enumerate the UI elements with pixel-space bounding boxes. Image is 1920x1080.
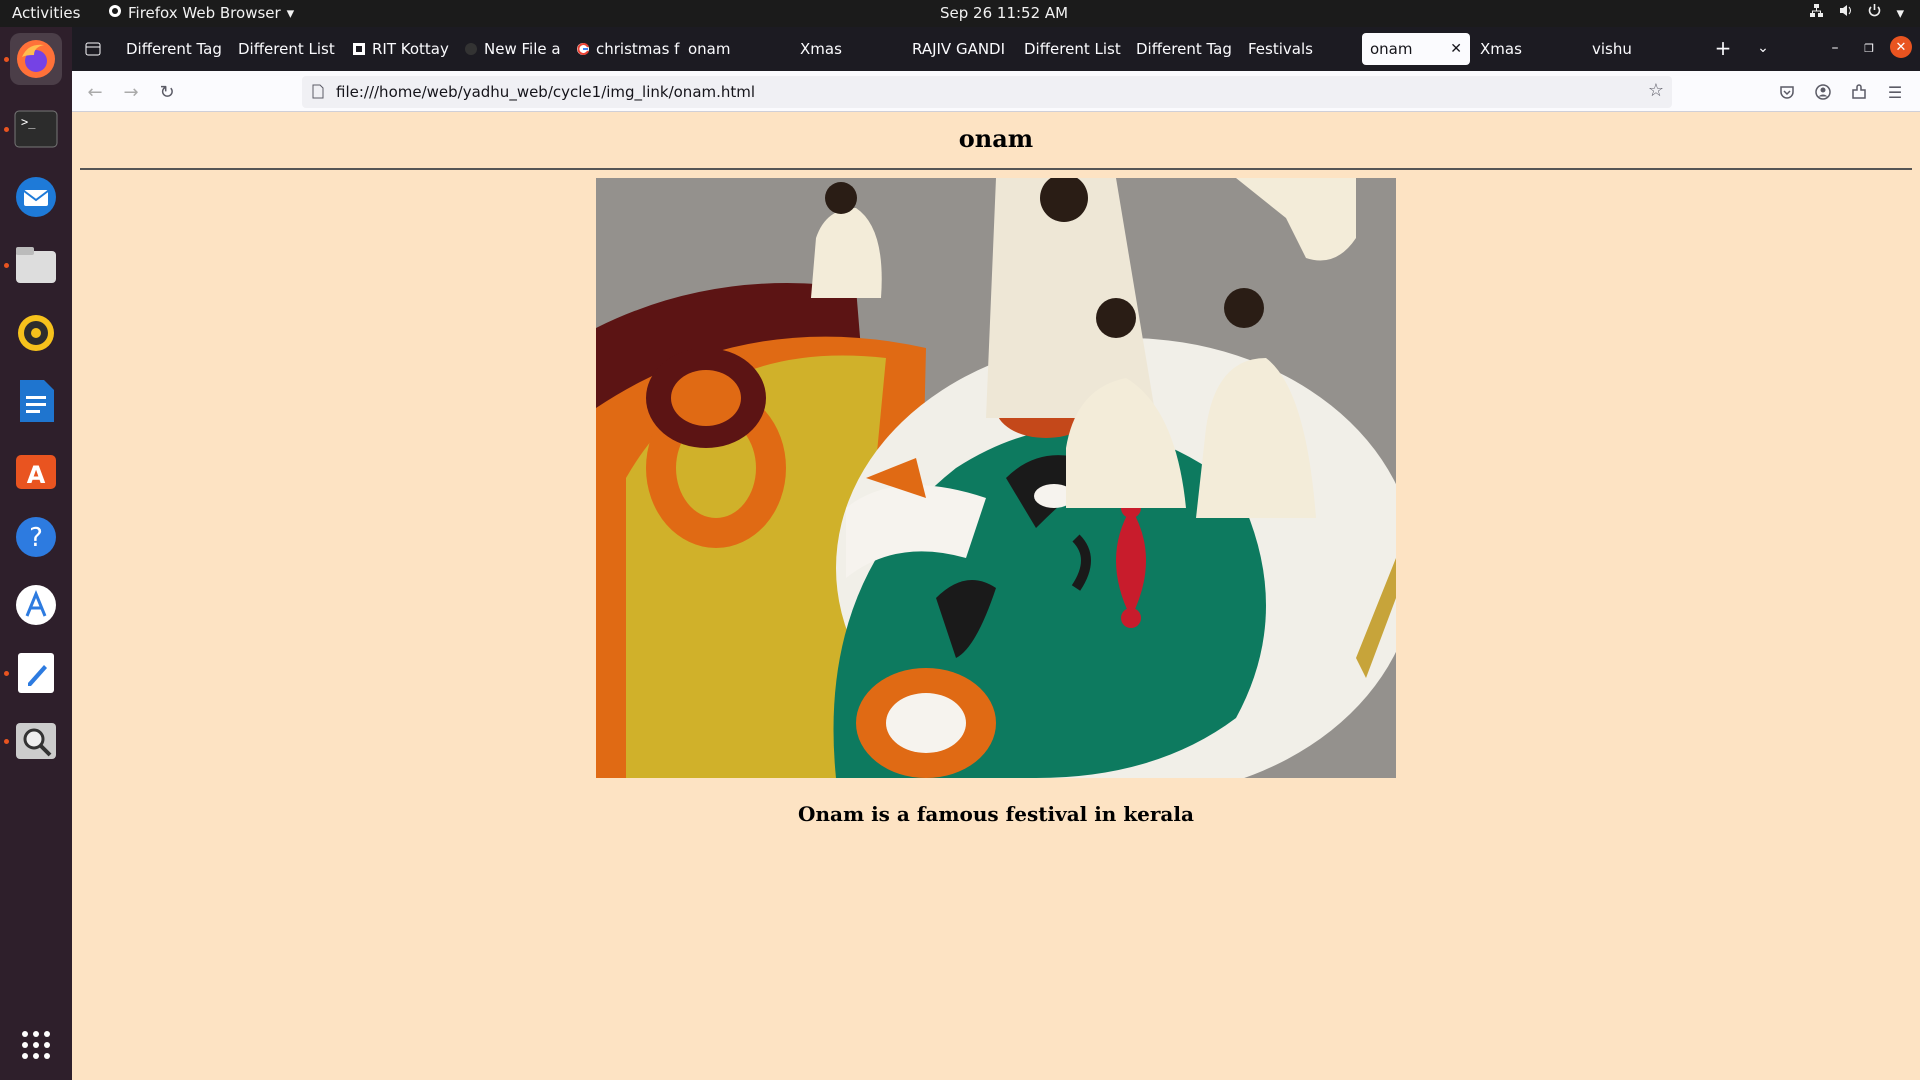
- tab-rit-kottayam[interactable]: RIT Kottay: [344, 33, 456, 65]
- new-tab-icon[interactable]: +: [1710, 35, 1736, 61]
- help-dock-icon[interactable]: ?: [10, 511, 62, 563]
- tab-onam[interactable]: onam: [680, 33, 792, 65]
- activities-button[interactable]: Activities: [12, 4, 80, 22]
- url-bar[interactable]: file:///home/web/yadhu_web/cycle1/img_li…: [302, 76, 1672, 108]
- google-icon: [576, 41, 590, 57]
- tab-label: Xmas: [800, 40, 842, 58]
- account-icon[interactable]: [1810, 79, 1836, 105]
- app-grid-icon[interactable]: [10, 1019, 62, 1071]
- minimize-icon[interactable]: –: [1822, 35, 1848, 61]
- app-menu-label: Firefox Web Browser: [128, 4, 281, 22]
- running-indicator: [4, 127, 9, 132]
- dock: >_ A ?: [0, 27, 72, 1080]
- tab-label: Different List: [1024, 40, 1121, 58]
- navigation-toolbar: ← → ↻ file:///home/web/yadhu_web/cycle1/…: [72, 71, 1920, 112]
- tab-label: Different Tag: [126, 40, 222, 58]
- close-window-icon[interactable]: ✕: [1890, 36, 1912, 58]
- svg-text:>_: >_: [21, 115, 36, 129]
- extensions-icon[interactable]: [1846, 79, 1872, 105]
- horizontal-rule: [80, 168, 1912, 170]
- tab-onam-active[interactable]: onam ✕: [1362, 33, 1470, 65]
- terminal-dock-icon[interactable]: >_: [10, 103, 62, 155]
- tab-new-file[interactable]: New File a: [456, 33, 568, 65]
- system-tray[interactable]: ▾: [1809, 3, 1904, 22]
- software-center-dock-icon[interactable]: A: [10, 443, 62, 495]
- close-tab-icon[interactable]: ✕: [1450, 41, 1462, 57]
- tab-xmas[interactable]: Xmas: [1472, 33, 1584, 65]
- tab-different-tag[interactable]: Different Tag: [1128, 33, 1240, 65]
- running-indicator: [4, 57, 9, 62]
- url-text[interactable]: file:///home/web/yadhu_web/cycle1/img_li…: [336, 83, 755, 101]
- tab-festivals[interactable]: Festivals: [1240, 33, 1352, 65]
- firefox-small-icon: [108, 4, 122, 22]
- tab-xmas[interactable]: Xmas: [792, 33, 904, 65]
- tab-label: vishu: [1592, 40, 1632, 58]
- running-indicator: [4, 263, 9, 268]
- svg-text:?: ?: [29, 523, 43, 553]
- volume-icon[interactable]: [1838, 3, 1853, 22]
- site-favicon-icon: [352, 41, 366, 57]
- tab-label: Different Tag: [1136, 40, 1232, 58]
- tab-different-list[interactable]: Different List: [1016, 33, 1128, 65]
- pocket-icon[interactable]: [1774, 79, 1800, 105]
- hamburger-menu-icon[interactable]: ☰: [1882, 79, 1908, 105]
- tab-label: Xmas: [1480, 40, 1522, 58]
- onam-pookalam-image: [596, 178, 1396, 778]
- firefox-dock-icon[interactable]: [10, 33, 62, 85]
- tab-different-list[interactable]: Different List: [230, 33, 342, 65]
- thunderbird-dock-icon[interactable]: [10, 171, 62, 223]
- app-store-dock-icon[interactable]: [10, 579, 62, 631]
- tab-label: onam: [688, 40, 731, 58]
- search-tool-dock-icon[interactable]: [10, 715, 62, 767]
- svg-text:A: A: [27, 461, 46, 489]
- tab-vishu[interactable]: vishu: [1584, 33, 1696, 65]
- list-all-tabs-icon[interactable]: ⌄: [1750, 35, 1776, 61]
- page-caption: Onam is a famous festival in kerala: [798, 802, 1194, 826]
- power-icon[interactable]: [1867, 3, 1882, 22]
- text-editor-dock-icon[interactable]: [10, 647, 62, 699]
- running-indicator: [4, 671, 9, 676]
- tab-label: RAJIV GANDI: [912, 40, 1006, 58]
- tab-label: New File a: [484, 40, 561, 58]
- app-menu[interactable]: Firefox Web Browser ▾: [108, 4, 294, 22]
- tab-label: RIT Kottay: [372, 40, 449, 58]
- github-icon: [464, 41, 478, 57]
- reload-icon[interactable]: ↻: [154, 79, 180, 105]
- firefox-window: Different Tag Different List RIT Kottay …: [72, 27, 1920, 1080]
- writer-dock-icon[interactable]: [10, 375, 62, 427]
- web-page: onam Onam is a famous festival in kerala: [72, 112, 1920, 1080]
- chevron-down-icon: ▾: [286, 4, 295, 22]
- tab-label: Festivals: [1248, 40, 1313, 58]
- restore-icon[interactable]: ❐: [1856, 35, 1882, 61]
- page-heading: onam: [958, 124, 1034, 153]
- tab-christmas[interactable]: christmas f: [568, 33, 680, 65]
- running-indicator: [4, 739, 9, 744]
- tab-different-tag[interactable]: Different Tag: [118, 33, 230, 65]
- rhythmbox-dock-icon[interactable]: [10, 307, 62, 359]
- page-info-icon[interactable]: [312, 84, 324, 103]
- files-dock-icon[interactable]: [10, 239, 62, 291]
- network-icon[interactable]: [1809, 3, 1824, 22]
- tab-label: christmas f: [596, 40, 680, 58]
- chevron-down-icon[interactable]: ▾: [1896, 4, 1904, 22]
- system-top-bar: Activities Firefox Web Browser ▾ Sep 26 …: [0, 0, 1920, 27]
- forward-icon[interactable]: →: [118, 79, 144, 105]
- tab-rajiv-gandhi[interactable]: RAJIV GANDI: [904, 33, 1016, 65]
- tab-label: onam: [1370, 40, 1413, 58]
- clock[interactable]: Sep 26 11:52 AM: [940, 4, 1068, 22]
- firefox-view-icon[interactable]: [80, 36, 106, 62]
- back-icon[interactable]: ←: [82, 79, 108, 105]
- bookmark-star-icon[interactable]: ☆: [1648, 80, 1664, 101]
- tab-label: Different List: [238, 40, 335, 58]
- tab-bar: Different Tag Different List RIT Kottay …: [72, 27, 1920, 71]
